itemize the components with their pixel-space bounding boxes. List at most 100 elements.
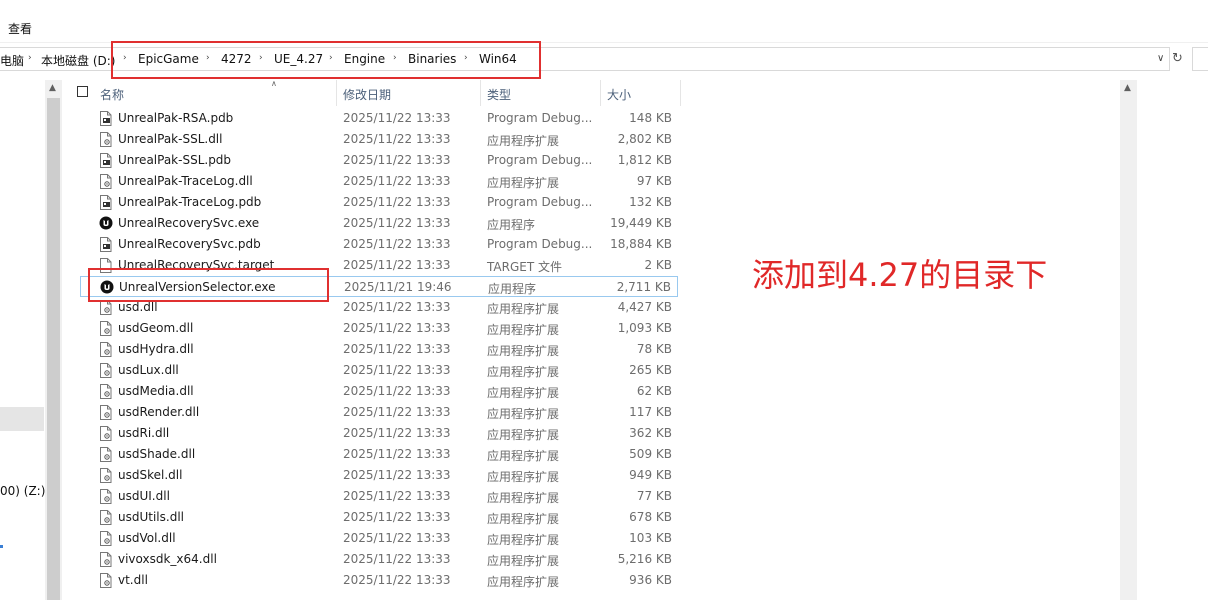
file-name[interactable]: usd.dll [118, 300, 158, 314]
file-type: Program Debug... [487, 153, 593, 167]
file-type: 应用程序扩展 [487, 407, 560, 421]
column-divider[interactable] [680, 80, 681, 106]
file-name[interactable]: usdGeom.dll [118, 321, 193, 335]
file-row[interactable]: vt.dll 2025/11/22 13:33 应用程序扩展 936 KB [80, 570, 678, 591]
file-name[interactable]: vivoxsdk_x64.dll [118, 552, 217, 566]
path-highlight-box [111, 41, 541, 79]
file-name[interactable]: UnrealRecoverySvc.pdb [118, 237, 261, 251]
ribbon-menu-bar: 查看 [0, 0, 1208, 43]
file-size: 132 KB [629, 195, 672, 209]
column-header-date[interactable]: 修改日期 [343, 86, 391, 103]
file-name[interactable]: UnrealPak-SSL.dll [118, 132, 222, 146]
nav-scrollbar-thumb[interactable] [47, 98, 60, 600]
file-row[interactable]: UnrealPak-TraceLog.pdb 2025/11/22 13:33 Pr… [80, 192, 678, 213]
file-date: 2025/11/22 13:33 [343, 153, 451, 167]
file-row[interactable]: UnrealPak-RSA.pdb 2025/11/22 13:33 Program… [80, 108, 678, 129]
file-name[interactable]: usdUI.dll [118, 489, 170, 503]
dll-file-icon [99, 468, 113, 483]
dll-file-icon [99, 531, 113, 546]
dll-file-icon [99, 426, 113, 441]
file-date: 2025/11/22 13:33 [343, 132, 451, 146]
file-row[interactable]: usdGeom.dll 2025/11/22 13:33 应用程序扩展 1,093 K… [80, 318, 678, 339]
file-row[interactable]: vivoxsdk_x64.dll 2025/11/22 13:33 应用程序扩展 5,… [80, 549, 678, 570]
file-name[interactable]: usdVol.dll [118, 531, 176, 545]
file-date: 2025/11/22 13:33 [343, 111, 451, 125]
dll-file-icon [99, 510, 113, 525]
dll-file-icon [99, 363, 113, 378]
refresh-icon[interactable]: ↻ [1172, 51, 1190, 69]
file-size: 148 KB [629, 111, 672, 125]
breadcrumb-drive-d[interactable]: 本地磁盘 (D:) [41, 52, 115, 69]
column-header-name[interactable]: 名称 [100, 86, 124, 103]
nav-selected-item[interactable] [0, 407, 44, 431]
file-row[interactable]: usdUtils.dll 2025/11/22 13:33 应用程序扩展 678 KB [80, 507, 678, 528]
file-name[interactable]: usdLux.dll [118, 363, 179, 377]
file-name[interactable]: vt.dll [118, 573, 148, 587]
file-name[interactable]: usdShade.dll [118, 447, 195, 461]
file-type: TARGET 文件 [487, 260, 562, 274]
scroll-up-icon[interactable]: ▲ [1124, 83, 1131, 93]
file-name[interactable]: UnrealPak-TraceLog.pdb [118, 195, 261, 209]
file-size: 5,216 KB [617, 552, 672, 566]
file-row[interactable]: UnrealPak-TraceLog.dll 2025/11/22 13:33 应用… [80, 171, 678, 192]
file-name[interactable]: UnrealPak-TraceLog.dll [118, 174, 253, 188]
file-name[interactable]: usdHydra.dll [118, 342, 194, 356]
select-all-checkbox[interactable] [77, 86, 88, 97]
file-row[interactable]: UnrealPak-SSL.pdb 2025/11/22 13:33 Program… [80, 150, 678, 171]
breadcrumb-arrow-icon[interactable]: › [28, 53, 32, 63]
file-date: 2025/11/22 13:33 [343, 321, 451, 335]
file-type: 应用程序扩展 [487, 176, 560, 190]
file-row[interactable]: usdHydra.dll 2025/11/22 13:33 应用程序扩展 78 KB [80, 339, 678, 360]
pdb-file-icon [99, 237, 113, 252]
file-type: 应用程序扩展 [487, 449, 560, 463]
file-type: Program Debug... [487, 237, 593, 251]
file-highlight-box [88, 268, 329, 302]
file-row[interactable]: usdShade.dll 2025/11/22 13:33 应用程序扩展 509 KB [80, 444, 678, 465]
file-type: 应用程序 [488, 282, 537, 296]
nav-item-marker [0, 545, 3, 548]
menu-view[interactable]: 查看 [8, 20, 32, 37]
file-row[interactable]: usdRender.dll 2025/11/22 13:33 应用程序扩展 117 K… [80, 402, 678, 423]
file-date: 2025/11/22 13:33 [343, 300, 451, 314]
file-name[interactable]: usdUtils.dll [118, 510, 184, 524]
file-row[interactable]: UnrealPak-SSL.dll 2025/11/22 13:33 应用程序扩展 2… [80, 129, 678, 150]
address-history-chevron-down-icon[interactable]: ∨ [1157, 53, 1164, 64]
nav-drive-z[interactable]: 00) (Z:) [0, 484, 45, 498]
column-header-type[interactable]: 类型 [487, 86, 511, 103]
scroll-up-icon[interactable]: ▲ [49, 83, 56, 93]
file-row[interactable]: usdLux.dll 2025/11/22 13:33 应用程序扩展 265 KB [80, 360, 678, 381]
file-name[interactable]: UnrealPak-SSL.pdb [118, 153, 231, 167]
column-divider[interactable] [600, 80, 601, 106]
file-type: 应用程序扩展 [487, 386, 560, 400]
file-row[interactable]: usdMedia.dll 2025/11/22 13:33 应用程序扩展 62 KB [80, 381, 678, 402]
file-name[interactable]: usdMedia.dll [118, 384, 194, 398]
file-name[interactable]: usdRi.dll [118, 426, 169, 440]
file-row[interactable]: usdUI.dll 2025/11/22 13:33 应用程序扩展 77 KB [80, 486, 678, 507]
file-name[interactable]: usdSkel.dll [118, 468, 182, 482]
dll-file-icon [99, 132, 113, 147]
file-name[interactable]: UnrealRecoverySvc.exe [118, 216, 259, 230]
column-divider[interactable] [480, 80, 481, 106]
file-size: 2 KB [644, 258, 672, 272]
column-header-size[interactable]: 大小 [607, 86, 631, 103]
file-type: 应用程序扩展 [487, 533, 560, 547]
pdb-file-icon [99, 195, 113, 210]
file-size: 78 KB [636, 342, 672, 356]
file-name[interactable]: usdRender.dll [118, 405, 199, 419]
column-divider[interactable] [336, 80, 337, 106]
dll-file-icon [99, 405, 113, 420]
file-date: 2025/11/22 13:33 [343, 426, 451, 440]
file-row[interactable]: usdSkel.dll 2025/11/22 13:33 应用程序扩展 949 KB [80, 465, 678, 486]
file-row[interactable]: UnrealRecoverySvc.exe 2025/11/22 13:33 应用程… [80, 213, 678, 234]
file-row[interactable]: usdVol.dll 2025/11/22 13:33 应用程序扩展 103 KB [80, 528, 678, 549]
file-size: 18,884 KB [610, 237, 672, 251]
search-box-edge[interactable] [1192, 47, 1208, 71]
file-type: 应用程序扩展 [487, 428, 560, 442]
nav-pane-scrollbar[interactable]: ▲ [45, 80, 62, 600]
file-date: 2025/11/22 13:33 [343, 216, 451, 230]
file-row[interactable]: usdRi.dll 2025/11/22 13:33 应用程序扩展 362 KB [80, 423, 678, 444]
file-row[interactable]: UnrealRecoverySvc.pdb 2025/11/22 13:33 Pro… [80, 234, 678, 255]
file-name[interactable]: UnrealPak-RSA.pdb [118, 111, 233, 125]
breadcrumb-pc[interactable]: 电脑 [0, 52, 24, 69]
file-list-scrollbar[interactable]: ▲ [1120, 80, 1137, 600]
